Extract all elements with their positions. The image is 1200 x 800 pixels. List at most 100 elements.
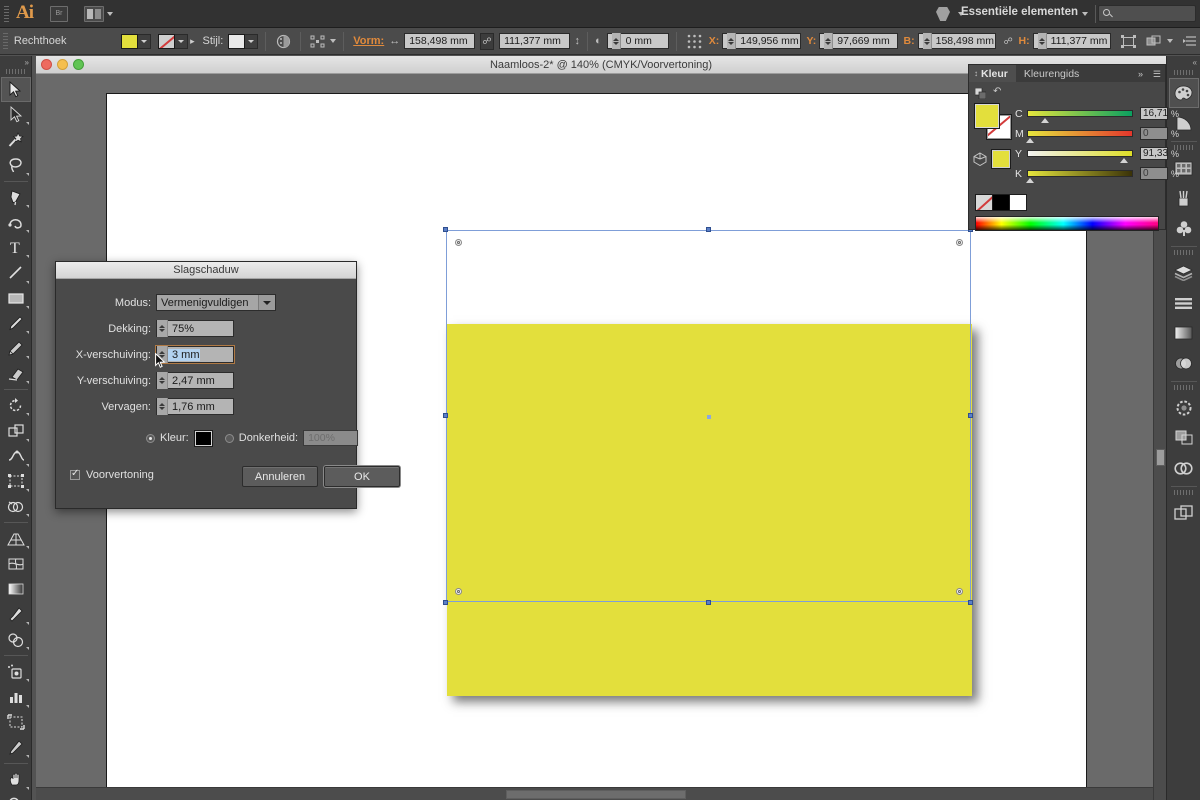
fill-color-button[interactable] <box>121 33 152 49</box>
dock-grip-3[interactable] <box>1173 250 1194 255</box>
horizontal-scrollbar-thumb[interactable] <box>506 790 686 799</box>
menubar-grip[interactable] <box>4 6 9 22</box>
white-swatch-button[interactable] <box>1010 194 1027 211</box>
slider-thumb-m[interactable] <box>1026 138 1034 143</box>
arrange-dropdown-caret[interactable] <box>1166 39 1173 43</box>
slider-value-m[interactable]: 0 <box>1140 127 1168 140</box>
hand-tool[interactable] <box>1 767 31 792</box>
eyedropper-tool[interactable] <box>1 602 31 627</box>
shape-builder-tool[interactable] <box>1 494 31 519</box>
fill-dropdown-caret[interactable] <box>138 33 152 49</box>
panel-dock-header[interactable]: « <box>1167 56 1200 68</box>
y-offset-stepper[interactable] <box>157 372 168 389</box>
tools-panel-header[interactable]: » <box>0 56 31 68</box>
slider-value-c[interactable]: 16,71 <box>1140 107 1168 120</box>
column-graph-tool[interactable] <box>1 684 31 709</box>
vertical-scrollbar-thumb[interactable] <box>1156 449 1165 466</box>
reference-point-icon[interactable] <box>684 32 704 50</box>
pencil-tool[interactable] <box>1 336 31 361</box>
chevron-down-icon[interactable] <box>107 12 113 16</box>
fill-swatch[interactable] <box>121 33 139 49</box>
symbols-panel-icon[interactable] <box>1169 213 1199 243</box>
align-panel-icon[interactable] <box>1169 288 1199 318</box>
bridge-icon[interactable]: Br <box>50 6 68 22</box>
align-dropdown-caret[interactable] <box>330 39 337 43</box>
w-stepper[interactable] <box>922 33 932 49</box>
drop-shadow-dialog[interactable]: Slagschaduw Modus: Vermenigvuldigen Dekk… <box>55 261 400 509</box>
slice-tool[interactable] <box>1 735 31 760</box>
tab-kleurengids[interactable]: Kleurengids <box>1016 65 1087 82</box>
slider-thumb-c[interactable] <box>1041 118 1049 123</box>
dock-grip-5[interactable] <box>1173 490 1194 495</box>
search-input[interactable] <box>1098 5 1196 22</box>
darkness-input[interactable]: 100% <box>303 430 359 446</box>
mode-select[interactable]: Vermenigvuldigen <box>156 294 276 311</box>
style-dropdown-caret[interactable] <box>245 33 259 49</box>
swap-colors-icon[interactable]: ↶ <box>993 86 1001 97</box>
panel-menu-icon[interactable]: ☰ <box>1153 69 1161 80</box>
slider-value-y[interactable]: 91,33 <box>1140 147 1168 160</box>
opacity-input[interactable]: 75% <box>156 320 234 337</box>
active-color-swatch[interactable] <box>991 149 1011 169</box>
y-position-input[interactable]: 97,669 mm <box>819 33 898 49</box>
dialog-titlebar[interactable]: Slagschaduw <box>56 262 356 279</box>
symbol-sprayer-tool[interactable] <box>1 659 31 684</box>
darkness-radio[interactable] <box>224 433 234 443</box>
cancel-button[interactable]: Annuleren <box>242 466 318 487</box>
paintbrush-tool[interactable] <box>1 311 31 336</box>
link-ratio-icon[interactable]: ☍ <box>479 32 495 50</box>
x-position-input[interactable]: 149,956 mm <box>722 33 801 49</box>
preview-checkbox[interactable] <box>70 468 80 480</box>
color-panel[interactable]: ↕ Kleur Kleurengids » ☰ ↶ C 16,71 % M 0 … <box>968 64 1179 231</box>
graphic-style-button[interactable] <box>228 33 259 49</box>
pen-tool[interactable] <box>1 185 31 210</box>
tools-panel-grip[interactable] <box>5 69 26 74</box>
shadow-color-swatch[interactable] <box>193 429 213 447</box>
workspace-switcher-label[interactable]: Essentiële elementen <box>961 6 1078 18</box>
line-segment-tool[interactable] <box>1 260 31 285</box>
stroke-weight-caret[interactable]: ▸ <box>190 36 195 47</box>
slider-thumb-k[interactable] <box>1026 178 1034 183</box>
chevron-down-icon-mode[interactable] <box>258 295 275 310</box>
transparency-panel-icon[interactable] <box>1169 348 1199 378</box>
artboards-panel-icon[interactable] <box>1169 498 1199 528</box>
blend-tool[interactable] <box>1 627 31 652</box>
stroke-color-button[interactable]: ▸ <box>158 33 195 49</box>
corner-stepper[interactable] <box>611 33 621 49</box>
slider-value-k[interactable]: 0 <box>1140 167 1168 180</box>
transform-icon[interactable] <box>1119 32 1139 50</box>
black-swatch-button[interactable] <box>993 194 1010 211</box>
stroke-panel-icon[interactable] <box>1169 393 1199 423</box>
slider-track-c[interactable] <box>1027 110 1133 123</box>
scale-tool[interactable] <box>1 418 31 443</box>
magic-wand-tool[interactable] <box>1 127 31 152</box>
lasso-tool[interactable] <box>1 153 31 178</box>
zoom-tool[interactable] <box>1 792 31 800</box>
stroke-dropdown-caret[interactable] <box>175 33 189 49</box>
blur-input[interactable]: 1,76 mm <box>156 398 234 415</box>
y-stepper[interactable] <box>824 33 834 49</box>
align-icon[interactable] <box>308 32 328 50</box>
collapse-panel-icon[interactable]: » <box>1138 69 1143 79</box>
gradient-tool[interactable] <box>1 577 31 602</box>
arrange-documents-icon[interactable] <box>84 6 104 22</box>
chevron-down-icon-workspace[interactable] <box>1082 12 1088 16</box>
constrain-icon[interactable]: ☍ <box>1001 33 1016 50</box>
slider-track-k[interactable] <box>1026 170 1133 183</box>
controlbar-grip[interactable] <box>3 33 8 49</box>
mesh-tool[interactable] <box>1 551 31 576</box>
eraser-tool[interactable] <box>1 361 31 386</box>
brushes-panel-icon[interactable] <box>1169 183 1199 213</box>
free-transform-tool[interactable] <box>1 469 31 494</box>
color-radio[interactable] <box>146 433 155 443</box>
width-tool[interactable] <box>1 444 31 469</box>
more-options-icon[interactable] <box>1180 32 1200 50</box>
gradient-panel-icon[interactable] <box>1169 318 1199 348</box>
selection-tool[interactable] <box>0 77 31 103</box>
opacity-stepper[interactable] <box>157 320 168 337</box>
tab-kleur[interactable]: ↕ Kleur <box>969 65 1016 82</box>
style-swatch[interactable] <box>228 33 246 49</box>
color-spectrum-bar[interactable] <box>975 216 1159 231</box>
slider-track-m[interactable] <box>1026 130 1133 143</box>
panel-toggle-icon[interactable]: ↕ <box>974 69 978 78</box>
